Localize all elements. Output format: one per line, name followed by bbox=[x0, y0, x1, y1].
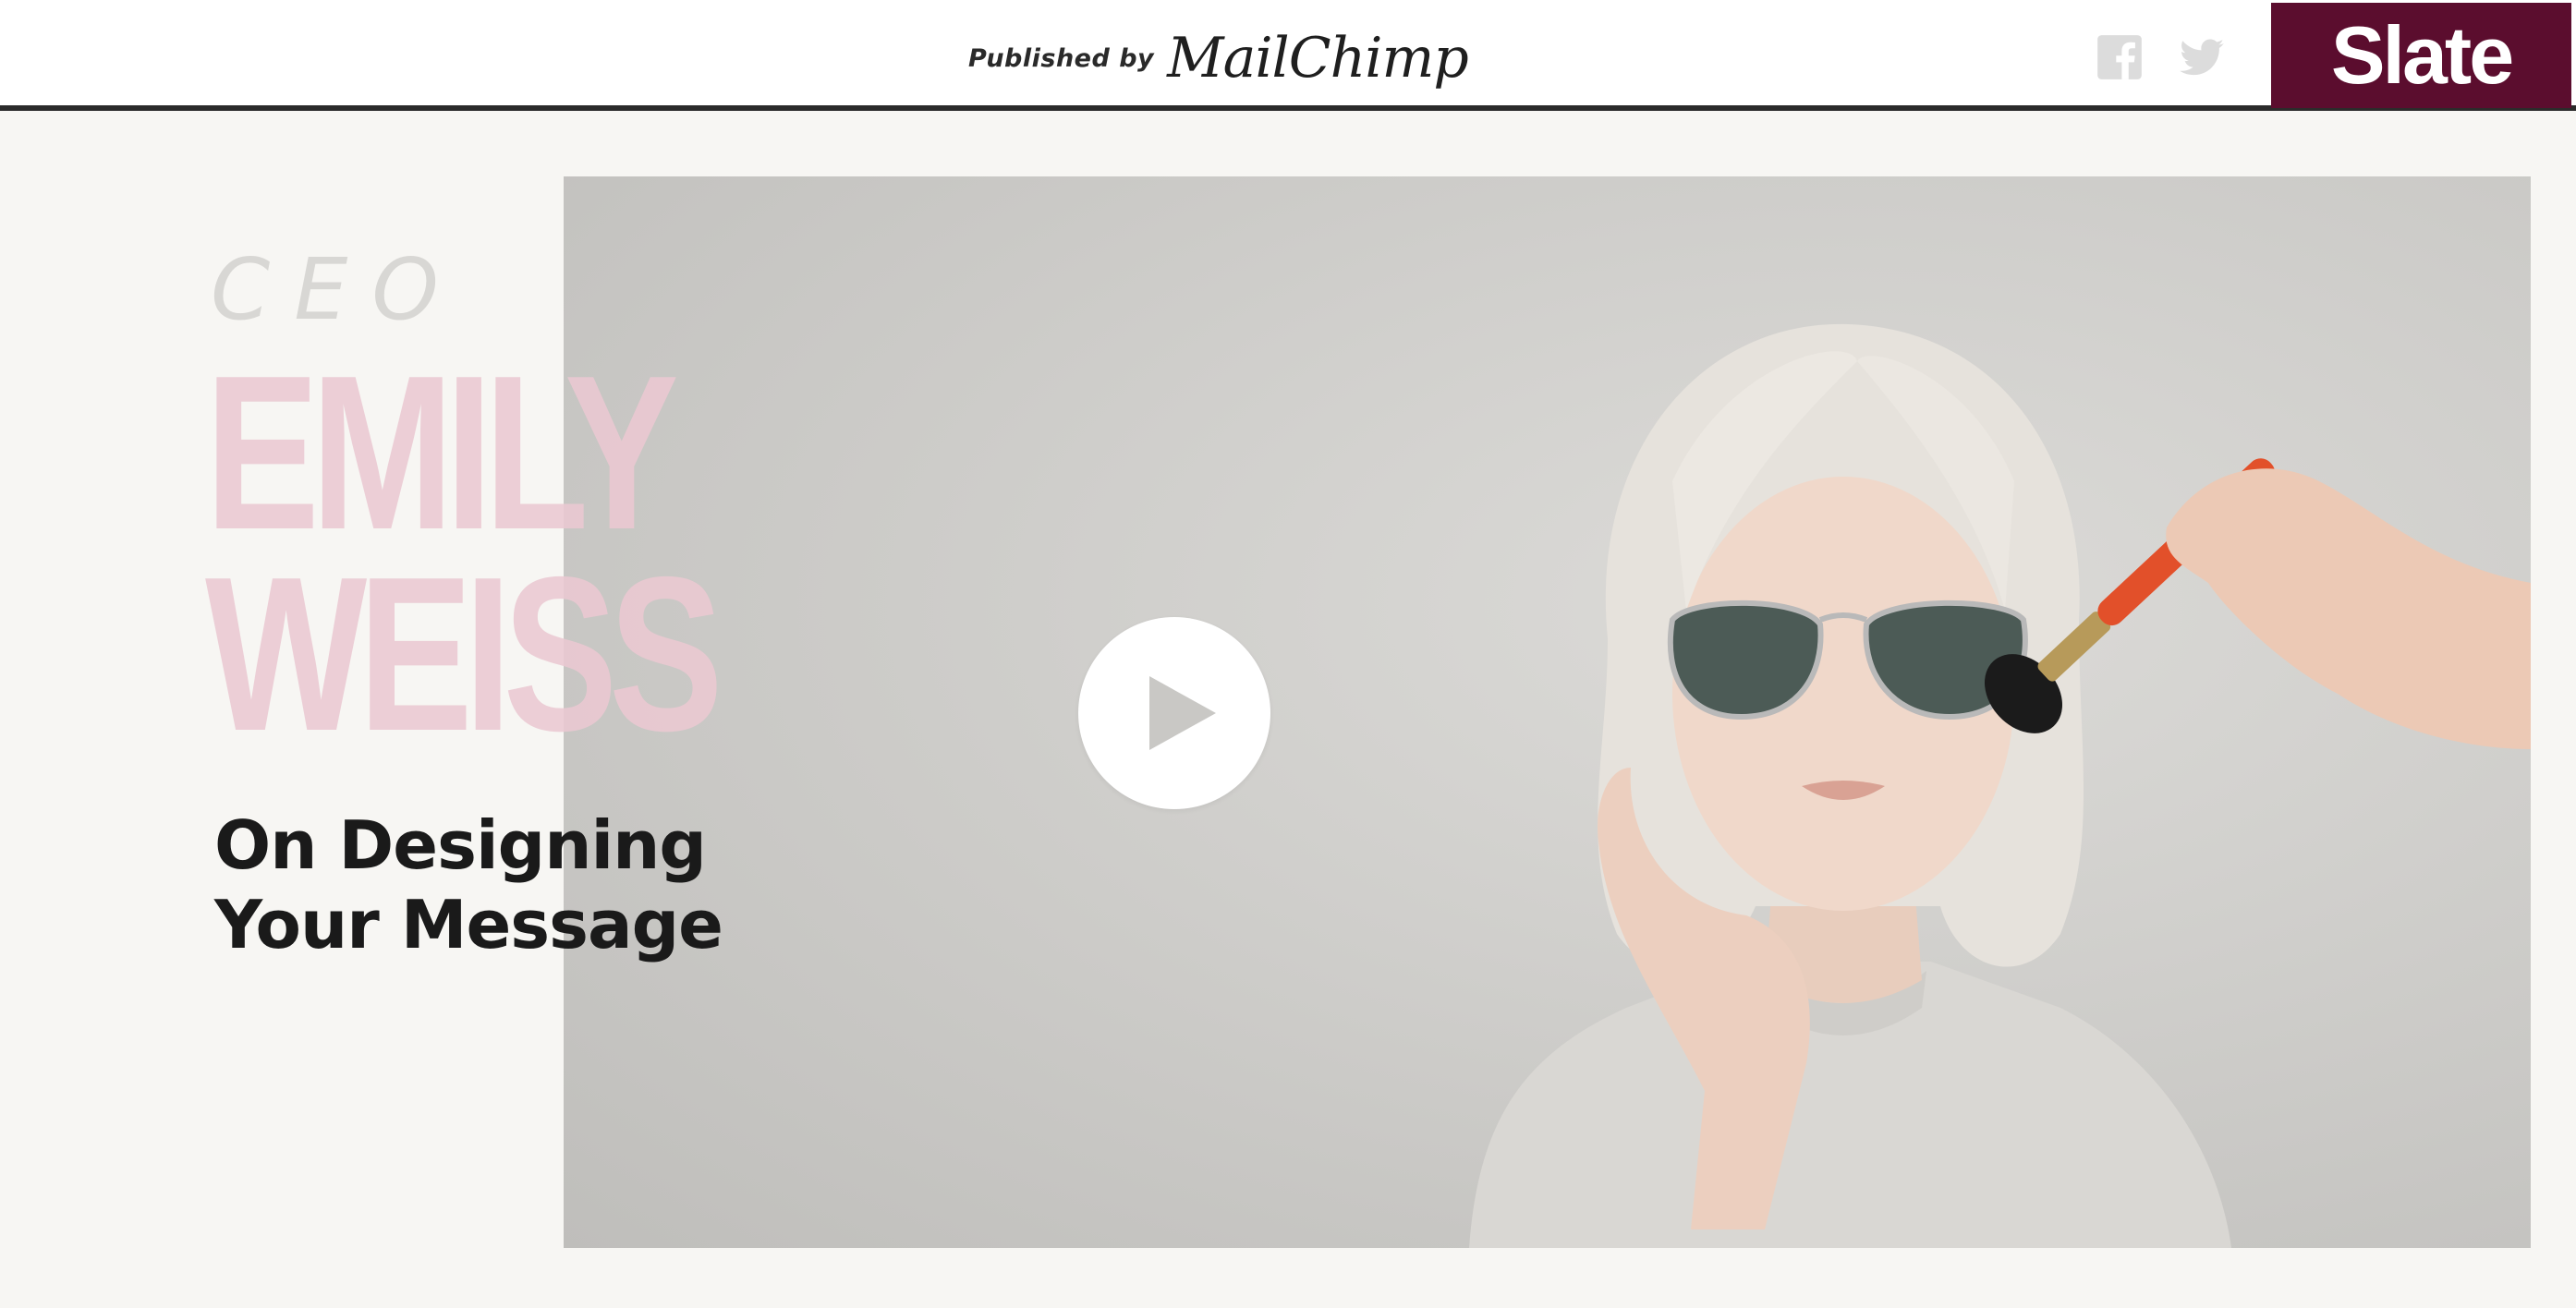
top-bar: Published by MailChimp Slate bbox=[0, 0, 2576, 111]
sponsor-brand-logo: MailChimp bbox=[1167, 26, 1469, 91]
person-last-name: WEISS bbox=[205, 532, 723, 777]
video-title-line-2: Your Message bbox=[214, 886, 723, 963]
video-title[interactable]: On Designing Your Message bbox=[214, 805, 723, 964]
facebook-icon bbox=[2097, 35, 2142, 79]
twitter-icon bbox=[2180, 39, 2224, 76]
page: Published by MailChimp Slate CEO EMILY W… bbox=[0, 0, 2576, 1308]
video-title-line-1: On Designing bbox=[214, 806, 707, 884]
person-first-name: EMILY bbox=[205, 331, 679, 575]
hero-video-poster[interactable] bbox=[564, 176, 2531, 1248]
play-video-button[interactable] bbox=[1078, 617, 1270, 809]
sponsor-prefix: Published by bbox=[968, 43, 1155, 73]
play-icon bbox=[1149, 676, 1216, 750]
twitter-share-button[interactable] bbox=[2176, 31, 2228, 83]
sponsor-credit[interactable]: Published by MailChimp bbox=[968, 17, 1469, 100]
facebook-share-button[interactable] bbox=[2094, 31, 2145, 83]
person-role: CEO bbox=[211, 240, 463, 339]
portrait-illustration bbox=[1469, 323, 2531, 1248]
slate-logo[interactable]: Slate bbox=[2271, 3, 2571, 108]
